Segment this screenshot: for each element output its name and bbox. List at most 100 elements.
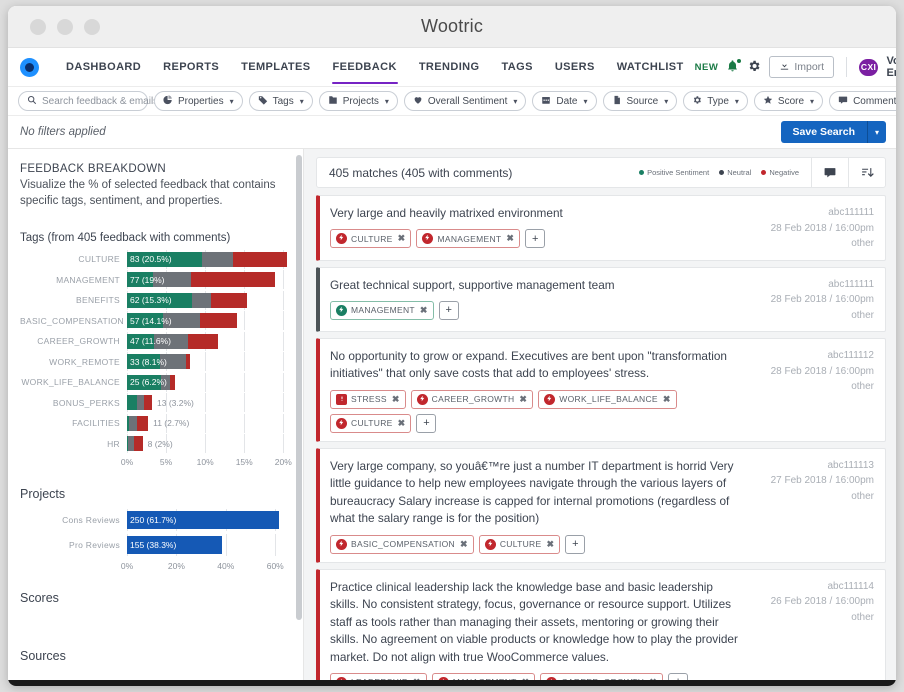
chart-row-label: BENEFITS	[76, 295, 120, 306]
feedback-cards: Very large and heavily matrixed environm…	[316, 195, 886, 686]
projects-chart-heading: Projects	[20, 487, 66, 502]
legend-label: Positive Sentiment	[647, 168, 710, 177]
feedback-breakdown-sidebar: FEEDBACK BREAKDOWN Visualize the % of se…	[8, 149, 304, 686]
nav-link-reports[interactable]: REPORTS	[152, 48, 230, 86]
segment-negative	[187, 333, 218, 349]
tag-chip-label: STRESS	[351, 394, 387, 405]
chart-plot: 25 (6.2%)	[127, 372, 295, 392]
nav-link-users[interactable]: USERS	[544, 48, 606, 86]
sources-heading: Sources	[20, 649, 66, 664]
nav-link-templates[interactable]: TEMPLATES	[230, 48, 321, 86]
feedback-card[interactable]: Great technical support, supportive mana…	[316, 266, 886, 332]
x-tick: 20%	[167, 561, 185, 572]
feedback-id: abc111112	[827, 350, 874, 361]
feedback-card-meta: abc111112 28 Feb 2018 / 16:00pm other	[756, 348, 874, 433]
tag-chip-management[interactable]: MANAGEMENT ✖	[330, 300, 434, 320]
search-input[interactable]: Search feedback & emails	[18, 91, 158, 111]
feedback-source: other	[851, 490, 874, 502]
remove-tag-icon[interactable]: ✖	[546, 539, 554, 550]
legend-dot-icon	[639, 170, 645, 175]
x-tick: 60%	[266, 561, 284, 572]
chevron-down-icon: ▾	[734, 96, 739, 106]
tag-chip-stress[interactable]: STRESS ✖	[330, 389, 406, 409]
remove-tag-icon[interactable]: ✖	[519, 394, 527, 405]
projects-bar-chart: Cons Reviews 250 (61.7%) Pro Reviews 155 (3…	[20, 509, 295, 575]
filter-pill-projects[interactable]: Projects ▾	[318, 91, 398, 111]
filter-pill-label: Comment	[853, 95, 896, 107]
account-label[interactable]: Voice of Employee	[886, 55, 896, 79]
feedback-card[interactable]: Practice clinical leadership lack the kn…	[316, 568, 886, 686]
filter-pill-source[interactable]: Source ▾	[602, 91, 678, 111]
app-window: Wootric DASHBOARD REPORTS TEMPLATES FEEDBAC…	[8, 6, 896, 686]
chart-row: BONUS_PERKS 13 (3.2%)	[20, 393, 295, 413]
chart-plot: 77 (19%)	[127, 270, 295, 290]
chart-row: CAREER_GROWTH 47 (11.6%)	[20, 331, 295, 351]
segment-neutral	[191, 292, 212, 308]
nav-link-feedback[interactable]: FEEDBACK	[322, 48, 408, 86]
remove-tag-icon[interactable]: ✖	[506, 233, 514, 244]
gear-icon[interactable]	[747, 59, 761, 75]
filter-pill-label: Date	[556, 95, 578, 107]
remove-tag-icon[interactable]: ✖	[460, 539, 468, 550]
segment-negative	[233, 251, 288, 267]
app-logo-icon[interactable]	[20, 57, 39, 77]
tag-chip-culture[interactable]: CULTURE ✖	[330, 229, 412, 249]
tag-chip-basic_compensation[interactable]: BASIC_COMPENSATION ✖	[330, 534, 474, 554]
filter-pill-date[interactable]: Date ▾	[532, 91, 597, 111]
tag-chip-management[interactable]: MANAGEMENT ✖	[416, 229, 521, 249]
sidebar-scrollbar[interactable]	[296, 155, 302, 620]
nav-link-trending[interactable]: TRENDING	[408, 48, 491, 86]
nav-link-watchlist[interactable]: WATCHLIST	[606, 48, 695, 86]
remove-tag-icon[interactable]: ✖	[420, 305, 428, 316]
legend-item: Negative	[761, 168, 799, 177]
filter-pill-label: Source	[626, 95, 659, 107]
feedback-tags: STRESS ✖ CAREER_GROWTH ✖ WORK_LIFE_BALANCE ✖ C…	[330, 389, 744, 433]
avatar[interactable]: CXI	[858, 58, 879, 76]
feedback-card[interactable]: No opportunity to grow or expand. Execut…	[316, 338, 886, 442]
segment-neutral	[128, 415, 138, 431]
save-search-caret-icon[interactable]: ▾	[866, 121, 886, 143]
feedback-text: No opportunity to grow or expand. Execut…	[330, 349, 727, 381]
filter-pill-label: Tags	[272, 95, 294, 107]
feedback-card[interactable]: Very large and heavily matrixed environm…	[316, 195, 886, 261]
tag-chip-career_growth[interactable]: CAREER_GROWTH ✖	[410, 389, 534, 409]
filter-bar: Search feedback & emails Properties ▾ Tags ▾…	[8, 86, 896, 116]
add-tag-button[interactable]: +	[416, 413, 437, 433]
filter-pill-properties[interactable]: Properties ▾	[154, 91, 243, 111]
import-label: Import	[794, 61, 825, 73]
flash-icon	[422, 233, 434, 245]
add-tag-button[interactable]: +	[438, 300, 459, 320]
feedback-text: Practice clinical leadership lack the kn…	[330, 579, 738, 664]
chart-row: BENEFITS 62 (15.3%)	[20, 290, 295, 310]
tag-chip-culture[interactable]: CULTURE ✖	[478, 534, 561, 554]
nav-link-tags[interactable]: TAGS	[490, 48, 543, 86]
segment-negative	[191, 272, 276, 288]
remove-tag-icon[interactable]: ✖	[398, 233, 406, 244]
filter-pill-score[interactable]: Score ▾	[753, 91, 824, 111]
import-button[interactable]: Import	[769, 56, 835, 78]
add-tag-button[interactable]: +	[525, 229, 546, 249]
remove-tag-icon[interactable]: ✖	[392, 394, 400, 405]
comment-icon[interactable]	[812, 166, 848, 179]
bar-value-label: 25 (6.2%)	[130, 377, 167, 388]
bell-icon[interactable]	[726, 59, 742, 75]
filter-pill-comment[interactable]: Comment▾	[829, 91, 896, 111]
feedback-card[interactable]: Very large company, so youâ€™re just a n…	[316, 447, 886, 563]
filter-pill-overall-sentiment[interactable]: Overall Sentiment ▾	[403, 91, 527, 111]
add-tag-button[interactable]: +	[565, 534, 586, 554]
tag-chip-culture[interactable]: CULTURE ✖	[330, 413, 412, 433]
chart-plot: 8 (2%)	[127, 434, 295, 454]
chevron-down-icon: ▾	[810, 96, 815, 106]
feedback-tags: CULTURE ✖ MANAGEMENT ✖ +	[330, 229, 744, 249]
chart-row-label: HR	[107, 438, 120, 449]
filter-pill-type[interactable]: Type ▾	[683, 91, 748, 111]
bar-value-label: 155 (38.3%)	[130, 540, 177, 551]
remove-tag-icon[interactable]: ✖	[398, 418, 406, 429]
save-search-button[interactable]: Save Search	[780, 121, 867, 143]
tag-chip-work_life_balance[interactable]: WORK_LIFE_BALANCE ✖	[538, 389, 677, 409]
nav-link-dashboard[interactable]: DASHBOARD	[55, 48, 152, 86]
filter-pill-tags[interactable]: Tags ▾	[248, 91, 313, 111]
remove-tag-icon[interactable]: ✖	[663, 394, 671, 405]
bar-value-label: 250 (61.7%)	[130, 515, 177, 526]
sort-icon[interactable]	[849, 166, 885, 179]
